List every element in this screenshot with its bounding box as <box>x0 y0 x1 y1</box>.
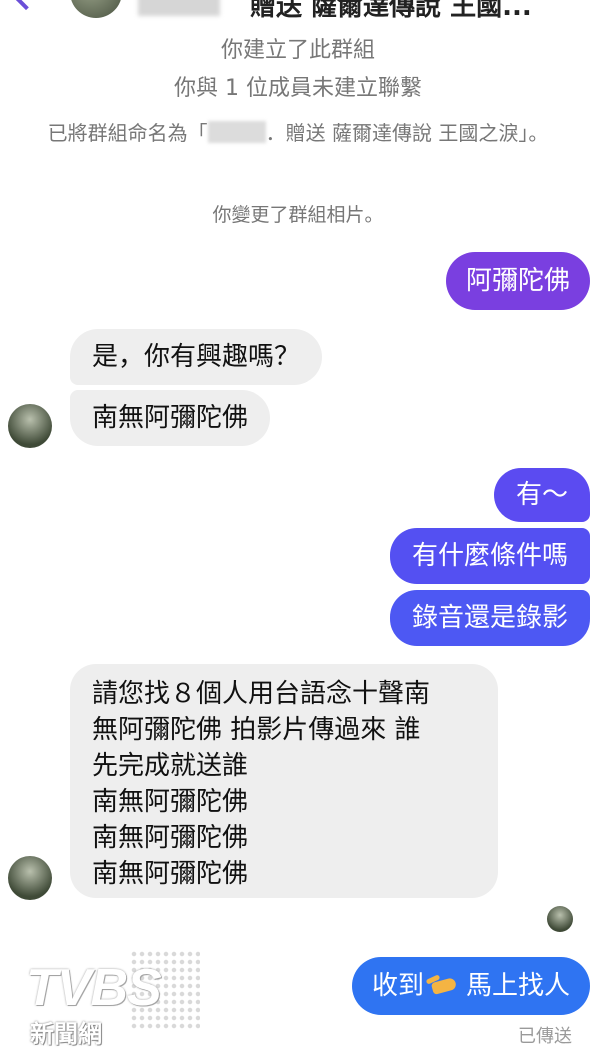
message-bubble-outgoing[interactable]: 阿彌陀佛 <box>445 252 590 310</box>
redacted-name <box>138 0 220 16</box>
redacted-text <box>207 121 266 143</box>
message-line: 先完成就送誰 <box>92 751 249 781</box>
message-bubble-outgoing[interactable]: 錄音還是錄影 <box>389 590 590 646</box>
watermark-logo: TVBS <box>26 959 162 1017</box>
message-line: 請您找８個人用台語念十聲南 <box>92 679 431 709</box>
chat-header: 贈送 薩爾達傳說 王國... <box>0 0 596 22</box>
message-bubble-incoming[interactable]: 南無阿彌陀佛 <box>70 390 271 446</box>
message-line: 南無阿彌陀佛 <box>92 823 249 853</box>
system-message-created: 你建立了此群組 <box>220 38 375 63</box>
message-line: 南無阿彌陀佛 <box>92 787 249 817</box>
sender-avatar[interactable] <box>8 856 52 900</box>
pointing-hand-icon <box>430 975 460 997</box>
system-message-photo-changed: 你變更了群組相片。 <box>212 204 384 226</box>
group-title[interactable]: 贈送 薩爾達傳說 王國... <box>250 0 532 22</box>
tvbs-watermark: TVBS 新聞網 <box>20 948 200 1048</box>
message-bubble-outgoing[interactable]: 有～ <box>493 468 590 522</box>
watermark-sub: 新聞網 <box>30 1020 102 1048</box>
sender-avatar[interactable] <box>8 404 52 448</box>
message-line: 無阿彌陀佛 拍影片傳過來 誰 <box>92 715 421 745</box>
message-status: 已傳送 <box>518 1026 572 1047</box>
message-bubble-incoming[interactable]: 是，你有興趣嗎？ <box>70 329 323 385</box>
system-message-renamed: 已將群組命名為「 ．贈送 薩爾達傳說 王國之淚」。 <box>47 121 549 145</box>
back-icon[interactable] <box>11 0 41 11</box>
message-bubble-outgoing[interactable]: 有什麼條件嗎 <box>389 528 590 584</box>
message-line: 南無阿彌陀佛 <box>92 859 249 889</box>
read-receipt-avatar <box>547 906 573 932</box>
message-bubble-incoming[interactable]: 請您找８個人用台語念十聲南 無阿彌陀佛 拍影片傳過來 誰 先完成就送誰 南無阿彌… <box>70 664 498 898</box>
message-bubble-outgoing[interactable]: 收到 馬上找人 <box>351 957 590 1015</box>
system-message-not-connected: 你與 1 位成員未建立聯繫 <box>174 76 422 101</box>
group-avatar[interactable] <box>70 0 122 18</box>
